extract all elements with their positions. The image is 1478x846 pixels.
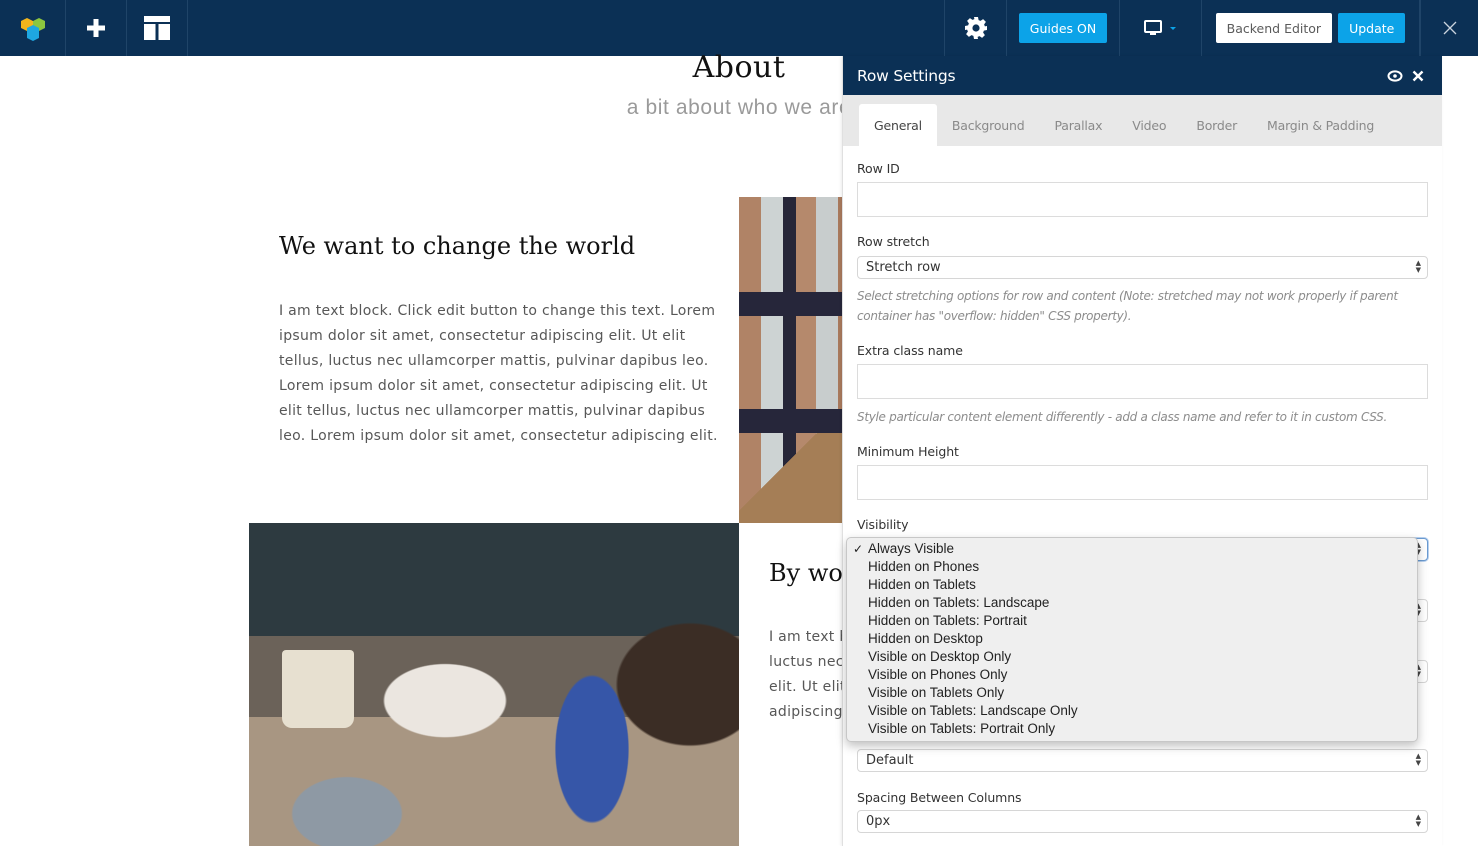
guides-cell: Guides ON [1007, 0, 1120, 56]
typography-value: Default [866, 753, 914, 768]
tab-video[interactable]: Video [1117, 104, 1181, 146]
extra-class-hint: Style particular content element differe… [857, 410, 1387, 424]
panel-header: Row Settings [843, 56, 1442, 95]
option-label: Visible on Tablets: Portrait Only [868, 721, 1056, 736]
device-preview-button[interactable] [1120, 0, 1202, 56]
option-label: Hidden on Tablets: Landscape [868, 595, 1050, 610]
panel-title: Row Settings [857, 66, 956, 85]
visibility-option[interactable]: Visible on Tablets Only [847, 684, 1417, 702]
block-heading: We want to change the world [279, 232, 636, 260]
visibility-option[interactable]: Hidden on Desktop [847, 630, 1417, 648]
top-toolbar: Guides ON Backend Editor Update [0, 0, 1478, 56]
close-icon [1412, 70, 1424, 81]
row-id-input[interactable] [857, 182, 1428, 217]
gear-icon [964, 17, 987, 39]
visibility-label: Visibility [857, 517, 909, 532]
visibility-dropdown-menu: ✓ Always Visible Hidden on Phones Hidden … [846, 537, 1418, 742]
min-height-input[interactable] [857, 465, 1428, 500]
spacing-label: Spacing Between Columns [857, 790, 1022, 805]
row-stretch-label: Row stretch [857, 234, 930, 249]
panel-close-button[interactable] [1408, 70, 1428, 82]
backend-editor-button[interactable]: Backend Editor [1215, 13, 1333, 43]
close-editor-button[interactable] [1420, 0, 1478, 56]
option-label: Visible on Tablets: Landscape Only [868, 703, 1078, 718]
row-id-label: Row ID [857, 161, 900, 176]
visibility-option[interactable]: Hidden on Tablets: Portrait [847, 612, 1417, 630]
eye-icon [1387, 69, 1403, 82]
visibility-option[interactable]: Hidden on Phones [847, 558, 1417, 576]
select-arrows-icon: ▲ ▼ [1415, 752, 1421, 767]
templates-button[interactable] [127, 0, 188, 56]
option-label: Hidden on Tablets [868, 577, 976, 592]
option-label: Visible on Desktop Only [868, 649, 1012, 664]
desktop-monitor-icon [1143, 20, 1162, 35]
tab-border[interactable]: Border [1181, 104, 1252, 146]
option-label: Always Visible [868, 541, 955, 556]
option-label: Hidden on Phones [868, 559, 980, 574]
guides-toggle-button[interactable]: Guides ON [1018, 13, 1108, 43]
visibility-option[interactable]: Hidden on Tablets: Landscape [847, 594, 1417, 612]
team-meeting-image [249, 523, 739, 846]
extra-class-label: Extra class name [857, 343, 963, 358]
row-stretch-value: Stretch row [866, 260, 941, 275]
visual-composer-logo-icon [20, 18, 45, 41]
select-arrows-icon: ▲ ▼ [1415, 259, 1421, 274]
spacing-value: 0px [866, 814, 891, 829]
tab-general[interactable]: General [859, 104, 937, 146]
visibility-option[interactable]: Visible on Phones Only [847, 666, 1417, 684]
visibility-option[interactable]: Hidden on Tablets [847, 576, 1417, 594]
select-arrows-icon: ▲ ▼ [1415, 813, 1421, 828]
tab-parallax[interactable]: Parallax [1039, 104, 1117, 146]
update-button[interactable]: Update [1338, 13, 1406, 43]
option-label: Hidden on Desktop [868, 631, 983, 646]
preview-button[interactable] [1385, 69, 1405, 82]
window-frame [739, 409, 849, 433]
chevron-down-icon [1169, 27, 1176, 30]
typography-select[interactable]: Default ▲ ▼ [857, 749, 1428, 772]
window-frame [739, 292, 849, 316]
text-block: I am text block. Click edit button to ch… [279, 303, 718, 444]
extra-class-input[interactable] [857, 364, 1428, 399]
logo-button[interactable] [0, 0, 66, 56]
tab-margin-padding[interactable]: Margin & Padding [1252, 104, 1389, 146]
row-stretch-select[interactable]: Stretch row ▲ ▼ [857, 256, 1428, 279]
office-windows-image [739, 197, 849, 523]
settings-tabs: General Background Parallax Video Border… [843, 95, 1442, 146]
option-label: Hidden on Tablets: Portrait [868, 613, 1027, 628]
tab-background[interactable]: Background [937, 104, 1040, 146]
layout-grid-icon [144, 16, 170, 40]
visibility-option[interactable]: Visible on Tablets: Portrait Only [847, 720, 1417, 738]
add-element-button[interactable] [66, 0, 127, 56]
block-heading-2: By wo [769, 559, 843, 587]
plus-icon [87, 19, 105, 37]
coffee-mug [282, 650, 354, 728]
option-label: Visible on Phones Only [868, 667, 1008, 682]
visibility-option[interactable]: Visible on Tablets: Landscape Only [847, 702, 1417, 720]
checkmark-icon: ✓ [853, 542, 864, 556]
settings-button[interactable] [944, 0, 1007, 56]
spacing-select[interactable]: 0px ▲ ▼ [857, 810, 1428, 833]
editor-actions: Backend Editor Update [1202, 0, 1420, 56]
close-icon [1443, 21, 1456, 35]
option-label: Visible on Tablets Only [868, 685, 1005, 700]
visibility-option[interactable]: Visible on Desktop Only [847, 648, 1417, 666]
min-height-label: Minimum Height [857, 444, 959, 459]
row-stretch-hint: Select stretching options for row and co… [857, 289, 1398, 323]
visibility-option[interactable]: ✓ Always Visible [847, 540, 1417, 558]
